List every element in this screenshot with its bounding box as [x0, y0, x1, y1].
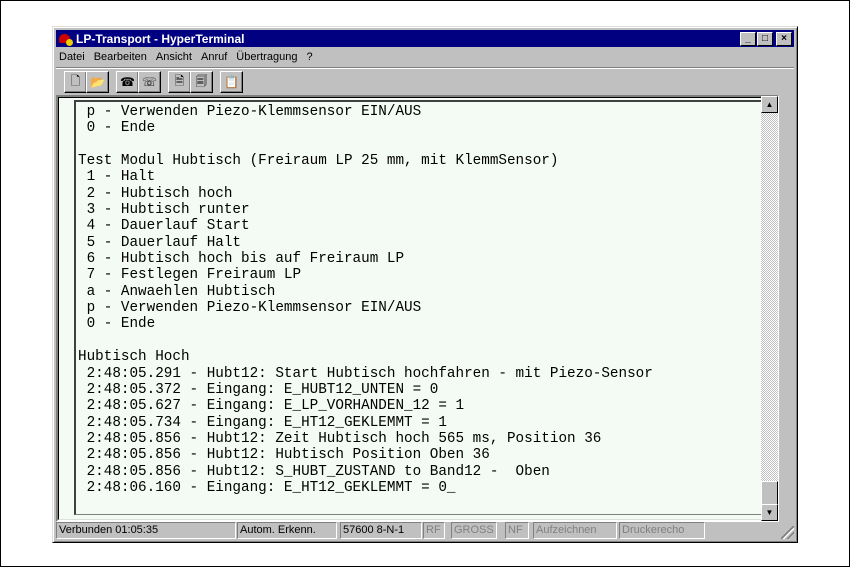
- terminal-line: 0 - Ende: [78, 316, 156, 333]
- resize-grip[interactable]: [781, 526, 794, 539]
- scroll-up-button[interactable]: ▲: [761, 96, 778, 113]
- terminal-line: Test Modul Hubtisch (Freiraum LP 25 mm, …: [78, 153, 559, 170]
- terminal-line: p - Verwenden Piezo-Klemmsensor EIN/AUS: [78, 300, 422, 317]
- minimize-button[interactable]: _: [740, 32, 756, 46]
- status-port: 57600 8-N-1: [340, 522, 422, 539]
- terminal-line: 1 - Halt: [78, 169, 156, 186]
- terminal-line: 2:48:05.856 - Hubt12: S_HUBT_ZUSTAND to …: [78, 463, 550, 480]
- title-bar[interactable]: LP-Transport - HyperTerminal _ □ ×: [56, 30, 794, 47]
- terminal-line: 2:48:05.627 - Eingang: E_LP_VORHANDEN_12…: [78, 398, 465, 415]
- terminal-line: 7 - Festlegen Freiraum LP: [78, 267, 302, 284]
- status-bar: Verbunden 01:05:35 Autom. Erkenn. 57600 …: [56, 522, 794, 539]
- toolbar: 🗋 📂 ☎ ☏ 🗎 🗐 📋: [56, 67, 794, 94]
- terminal-line: Hubtisch Hoch: [78, 349, 190, 366]
- terminal-output: p - Verwenden Piezo-Klemmsensor EIN/AUS …: [78, 104, 653, 496]
- terminal-line: 2 - Hubtisch hoch: [78, 185, 233, 202]
- send-file-icon[interactable]: 🗎: [168, 71, 191, 93]
- close-button[interactable]: ×: [776, 32, 792, 46]
- menu-help[interactable]: ?: [306, 51, 312, 63]
- phone-disconnect-icon[interactable]: ☏: [138, 71, 161, 93]
- terminal-line: p - Verwenden Piezo-Klemmsensor EIN/AUS: [78, 104, 422, 120]
- new-document-icon[interactable]: 🗋: [64, 71, 87, 93]
- vertical-scrollbar[interactable]: ▲ ▼: [761, 96, 778, 521]
- menu-bar: Datei Bearbeiten Ansicht Anruf Übertragu…: [59, 48, 322, 66]
- terminal-line: 5 - Dauerlauf Halt: [78, 234, 242, 251]
- properties-icon[interactable]: 📋: [220, 71, 243, 93]
- maximize-button[interactable]: □: [757, 32, 773, 46]
- status-gross: GROSS: [451, 522, 497, 539]
- status-rf: RF: [423, 522, 445, 539]
- menu-uebertragung[interactable]: Übertragung: [236, 51, 297, 63]
- terminal-line: 2:48:05.734 - Eingang: E_HT12_GEKLEMMT =…: [78, 414, 447, 431]
- terminal-line: 4 - Dauerlauf Start: [78, 218, 250, 235]
- terminal-line: 6 - Hubtisch hoch bis auf Freiraum LP: [78, 251, 405, 268]
- window-title: LP-Transport - HyperTerminal: [76, 31, 245, 46]
- terminal-line: 2:48:05.372 - Eingang: E_HUBT12_UNTEN = …: [78, 381, 439, 398]
- terminal-line: 2:48:06.160 - Eingang: E_HT12_GEKLEMMT =…: [78, 479, 456, 496]
- terminal-screen[interactable]: p - Verwenden Piezo-Klemmsensor EIN/AUS …: [74, 100, 772, 515]
- menu-ansicht[interactable]: Ansicht: [156, 51, 192, 63]
- terminal-line: 2:48:05.291 - Hubt12: Start Hubtisch hoc…: [78, 365, 653, 382]
- menu-anruf[interactable]: Anruf: [201, 51, 227, 63]
- terminal-line: 2:48:05.856 - Hubt12: Zeit Hubtisch hoch…: [78, 430, 602, 447]
- status-nf: NF: [505, 522, 529, 539]
- scroll-down-button[interactable]: ▼: [761, 504, 778, 521]
- menu-bearbeiten[interactable]: Bearbeiten: [94, 51, 147, 63]
- terminal-line: a - Anwaehlen Hubtisch: [78, 283, 276, 300]
- terminal-line: 3 - Hubtisch runter: [78, 202, 250, 219]
- terminal-area[interactable]: p - Verwenden Piezo-Klemmsensor EIN/AUS …: [56, 95, 779, 522]
- status-connected: Verbunden 01:05:35: [56, 522, 236, 539]
- status-printecho: Druckerecho: [619, 522, 705, 539]
- terminal-line: 2:48:05.856 - Hubt12: Hubtisch Position …: [78, 447, 490, 464]
- open-folder-icon[interactable]: 📂: [86, 71, 109, 93]
- hyperterminal-app-icon[interactable]: [58, 32, 74, 46]
- scroll-thumb[interactable]: [761, 481, 778, 505]
- menu-datei[interactable]: Datei: [59, 51, 85, 63]
- receive-file-icon[interactable]: 🗐: [190, 71, 213, 93]
- status-record: Aufzeichnen: [533, 522, 617, 539]
- hyperterminal-window: LP-Transport - HyperTerminal _ □ × Datei…: [52, 26, 798, 543]
- terminal-line: 0 - Ende: [78, 120, 156, 137]
- status-detect: Autom. Erkenn.: [237, 522, 337, 539]
- phone-connect-icon[interactable]: ☎: [116, 71, 139, 93]
